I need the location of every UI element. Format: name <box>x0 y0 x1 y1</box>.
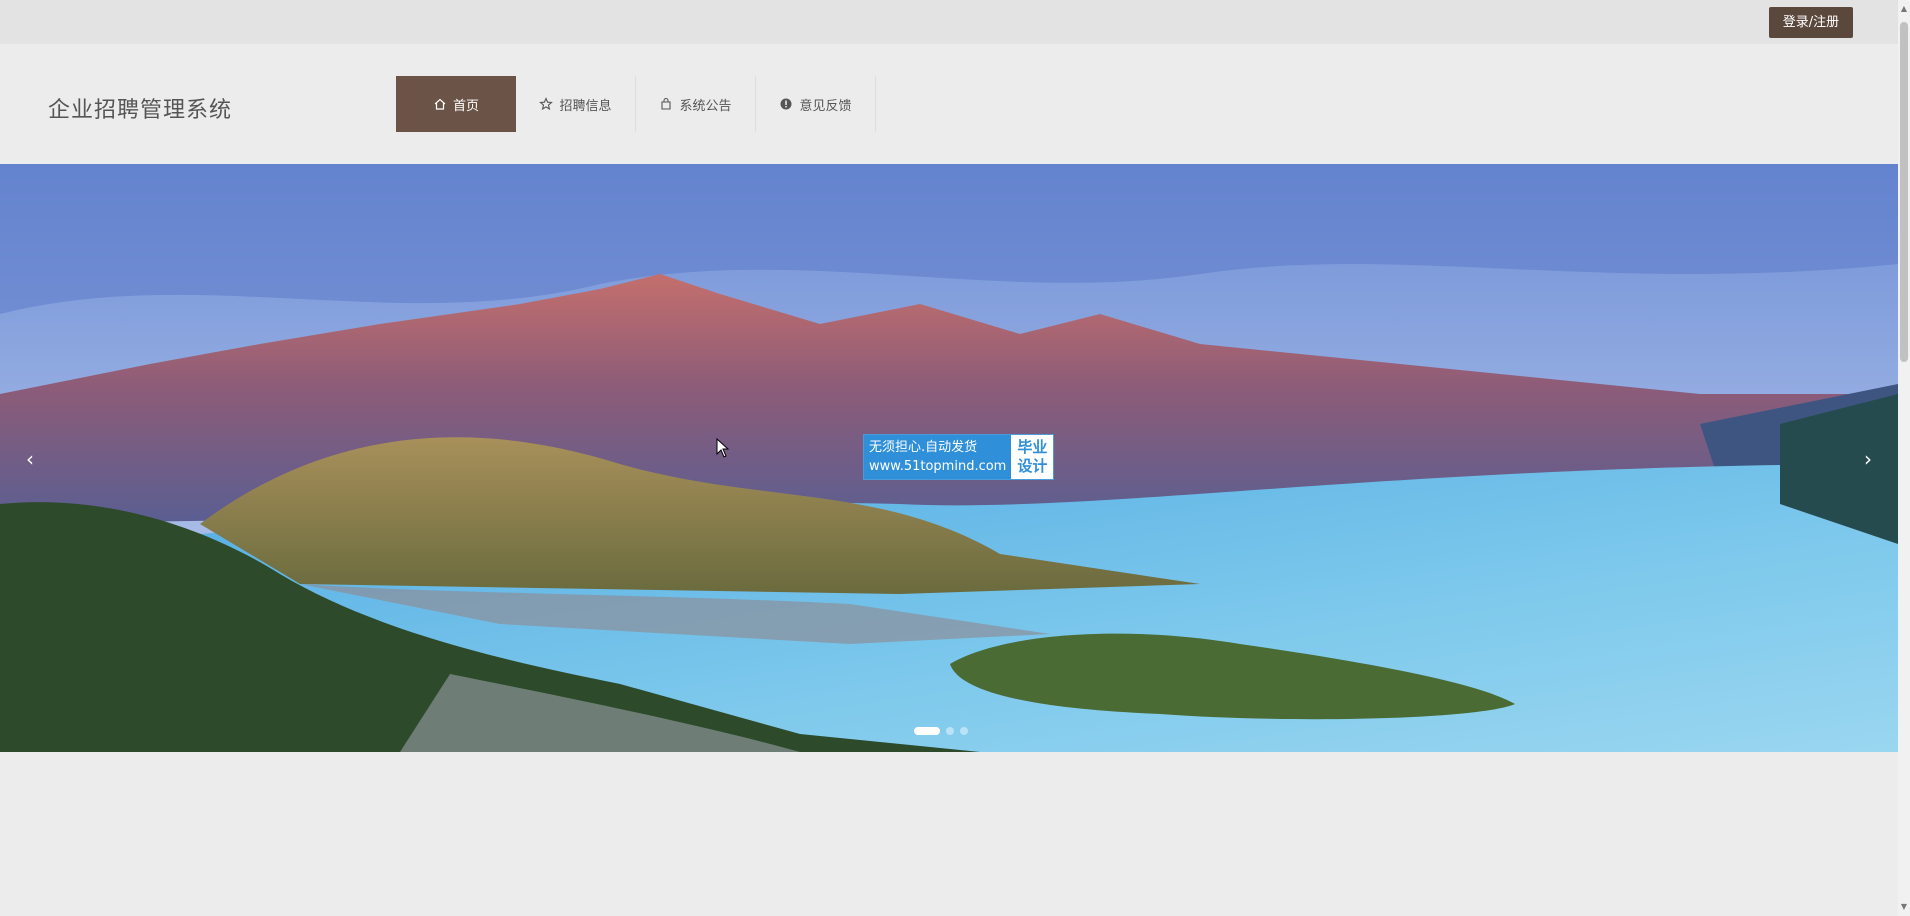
main-nav: 首页 招聘信息 系统公告 意见反馈 <box>396 76 876 132</box>
page-scrollbar[interactable]: ▲ ▼ <box>1898 0 1910 916</box>
nav-item-announcements[interactable]: 系统公告 <box>636 76 756 132</box>
watermark-line1: 无须担心.自动发货 <box>869 440 978 455</box>
header: 企业招聘管理系统 首页 招聘信息 系统公告 意见反馈 <box>0 44 1898 164</box>
carousel-indicators <box>914 727 968 735</box>
watermark-tag2: 设计 <box>1017 457 1048 475</box>
carousel-next-button[interactable]: › <box>1856 444 1880 474</box>
mouse-cursor-icon <box>716 438 730 458</box>
nav-item-feedback[interactable]: 意见反馈 <box>756 76 876 132</box>
nav-item-label: 首页 <box>452 98 479 114</box>
home-icon <box>434 98 446 110</box>
scroll-down-icon[interactable]: ▼ <box>1900 902 1908 912</box>
carousel-dot-2[interactable] <box>946 727 954 735</box>
nav-item-label: 系统公告 <box>679 98 732 114</box>
nav-item-jobs[interactable]: 招聘信息 <box>516 76 636 132</box>
scrollbar-thumb[interactable] <box>1900 22 1908 362</box>
top-bar: 登录/注册 <box>0 0 1898 44</box>
carousel-prev-button[interactable]: ‹ <box>18 444 42 474</box>
scroll-up-icon[interactable]: ▲ <box>1900 4 1908 14</box>
watermark-tag1: 毕业 <box>1017 438 1048 456</box>
alert-icon <box>780 98 792 110</box>
carousel-dot-1[interactable] <box>914 727 940 735</box>
bag-icon <box>661 97 672 110</box>
login-register-button[interactable]: 登录/注册 <box>1769 7 1853 38</box>
watermark-line2: www.51topmind.com <box>869 459 1007 474</box>
nav-item-label: 意见反馈 <box>799 98 852 114</box>
watermark-tag: 毕业 设计 <box>1011 435 1054 479</box>
carousel-dot-3[interactable] <box>960 727 968 735</box>
watermark-text: 无须担心.自动发货 www.51topmind.com <box>864 435 1012 479</box>
star-icon <box>539 97 554 111</box>
nav-item-label: 招聘信息 <box>559 98 612 114</box>
nav-item-home[interactable]: 首页 <box>396 76 516 132</box>
watermark-badge: 无须担心.自动发货 www.51topmind.com 毕业 设计 <box>863 434 1055 480</box>
site-title: 企业招聘管理系统 <box>48 98 233 123</box>
